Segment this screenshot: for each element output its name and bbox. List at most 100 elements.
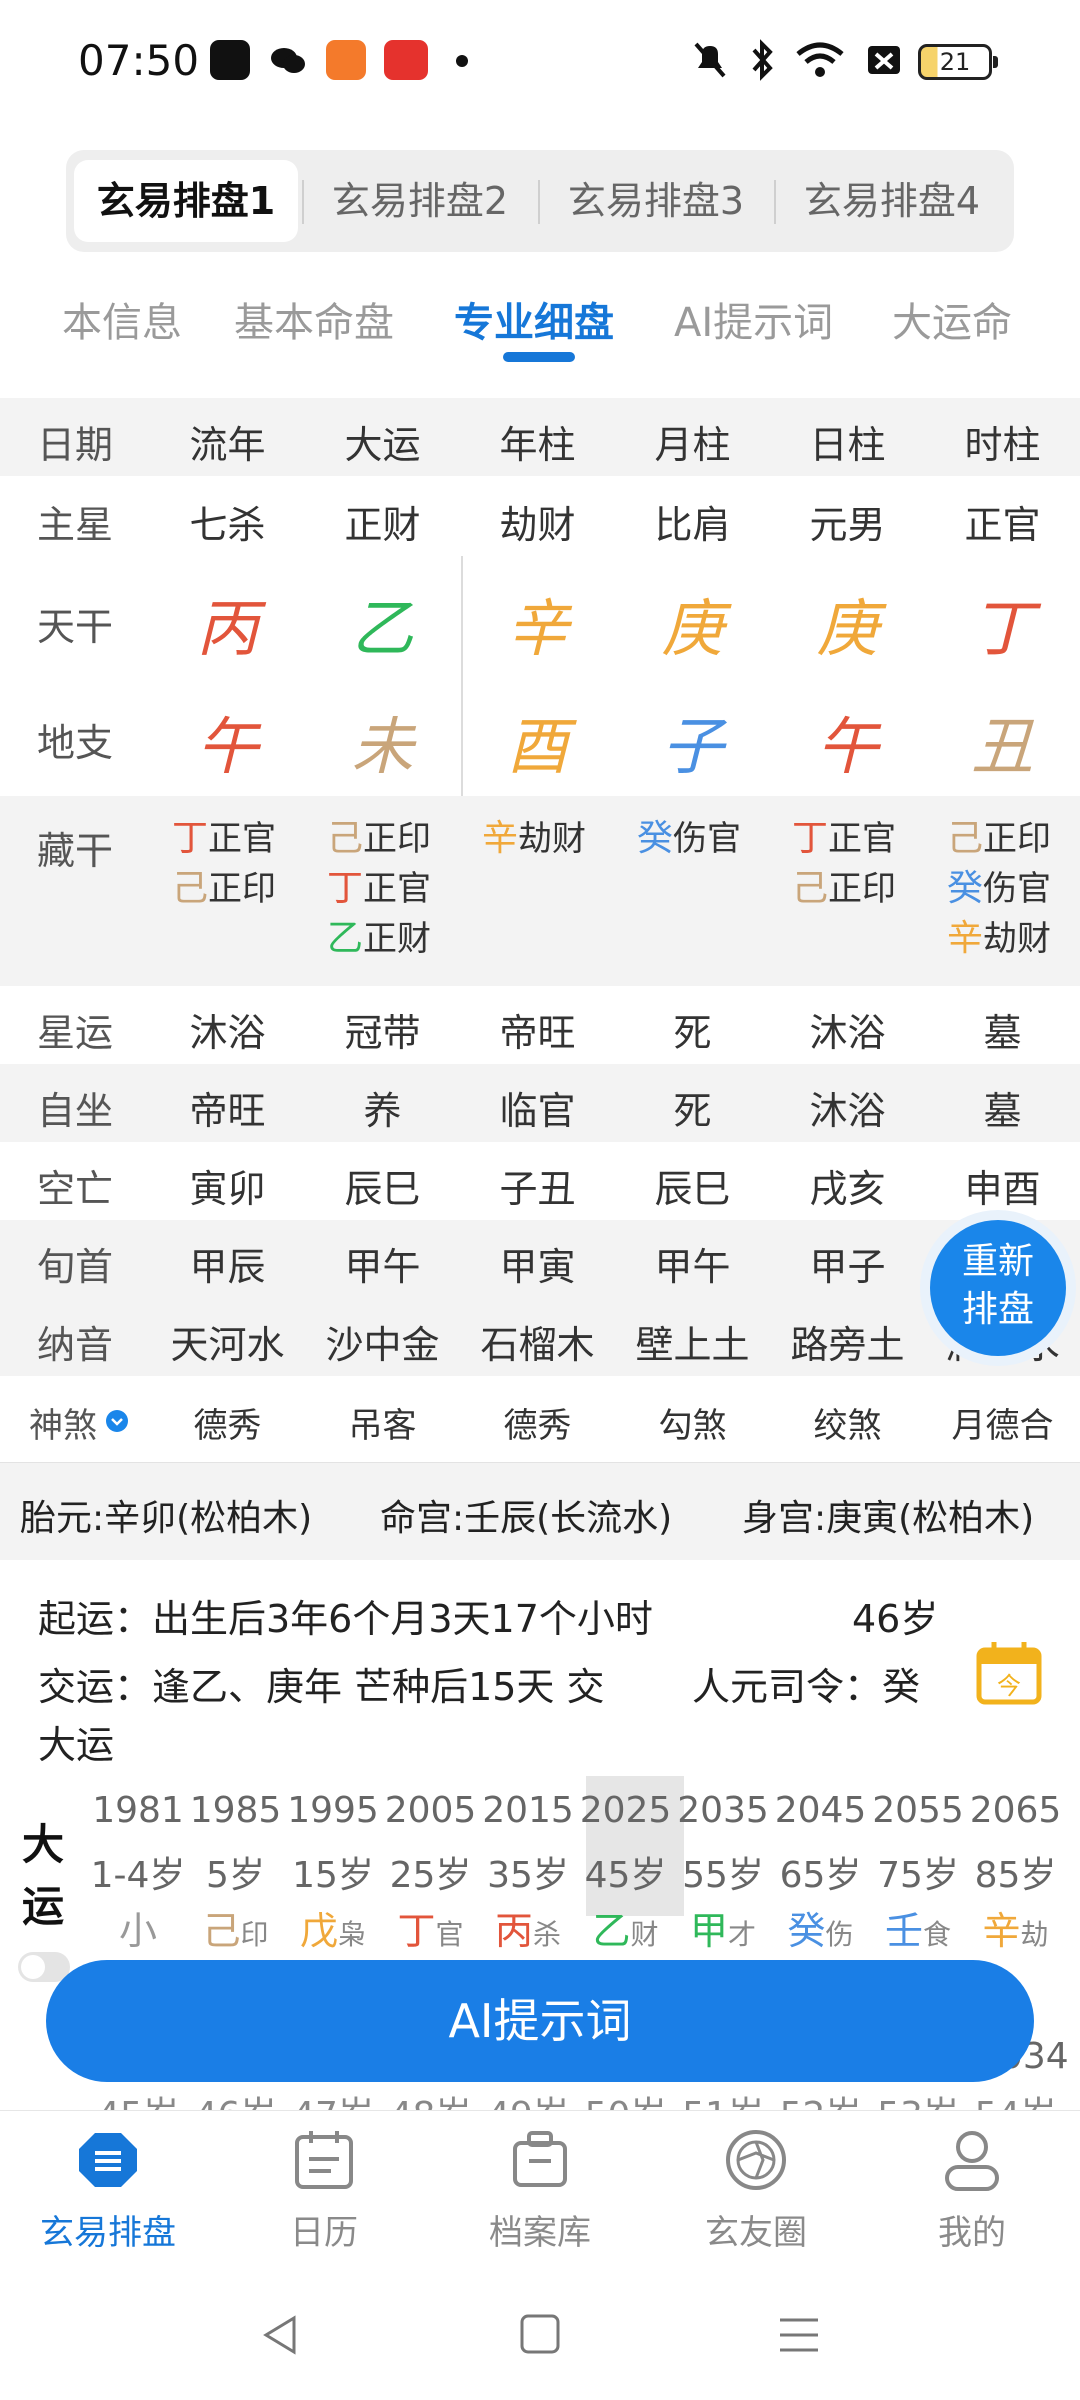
tab-chart-1[interactable]: 玄易排盘1 <box>74 160 298 242</box>
tab-chart-3[interactable]: 玄易排盘3 <box>544 160 768 242</box>
table-cell: 甲午 <box>654 1245 731 1289</box>
dayun-age[interactable]: 55岁 <box>675 1846 771 1898</box>
dayun-year[interactable]: 2065 <box>968 1790 1064 1831</box>
dayun-age[interactable]: 25岁 <box>383 1846 479 1898</box>
dizhi-cell: 午 <box>816 710 879 783</box>
aperture-icon <box>726 2130 786 2190</box>
tab-fortune[interactable]: 大运命 <box>892 290 1012 348</box>
xunshou-row: 旬首 甲辰 甲午 甲寅 甲午 甲子 <box>0 1220 1080 1298</box>
nav-chart[interactable]: 玄易排盘 <box>8 2127 208 2254</box>
dayun-age[interactable]: 1-4岁 <box>90 1846 186 1898</box>
dayun-god: 枭 <box>338 1918 367 1951</box>
tab-ai-prompt[interactable]: AI提示词 <box>674 290 833 348</box>
dayun-ganzhi[interactable]: 丁官 <box>383 1900 479 1955</box>
dayun-year[interactable]: 1985 <box>188 1790 284 1831</box>
canggan-stem: 辛 <box>947 918 984 959</box>
dayun-ganzhi[interactable]: 乙财 <box>578 1900 674 1955</box>
tab-divider <box>774 180 776 224</box>
nav-profile[interactable]: 我的 <box>872 2127 1072 2254</box>
dayun-year[interactable]: 2045 <box>773 1790 869 1831</box>
nav-label: 档案库 <box>489 2213 591 2253</box>
shengong: 身宫:庚寅(松柏木) <box>742 1498 1035 1539</box>
ai-prompt-button[interactable]: AI提示词 <box>46 1960 1034 2082</box>
dayun-age[interactable]: 15岁 <box>285 1846 381 1898</box>
dayun-ganzhi[interactable]: 小 <box>90 1900 186 1955</box>
dayun-year[interactable]: 2055 <box>870 1790 966 1831</box>
menu-icon[interactable] <box>776 2312 822 2358</box>
canggan-god: 伤官 <box>673 819 742 859</box>
tiangan-cell: 庚 <box>816 592 879 665</box>
chevron-down-icon[interactable] <box>106 1410 128 1432</box>
wechat-icon <box>268 40 308 80</box>
table-cell: 墓 <box>983 1011 1022 1055</box>
dayun-ganzhi[interactable]: 癸伤 <box>773 1900 869 1955</box>
tab-chart-2[interactable]: 玄易排盘2 <box>308 160 532 242</box>
dayun-age[interactable]: 75岁 <box>870 1846 966 1898</box>
dayun-ganzhi[interactable]: 己印 <box>188 1900 284 1955</box>
dayun-year[interactable]: 2005 <box>383 1790 479 1831</box>
row-label: 藏干 <box>36 829 113 873</box>
canggan-stem: 丁 <box>327 868 364 909</box>
back-icon[interactable] <box>258 2312 304 2358</box>
table-cell: 帝旺 <box>189 1089 266 1133</box>
nav-calendar[interactable]: 日历 <box>224 2127 424 2254</box>
tiangan-cell: 辛 <box>506 592 569 665</box>
archive-icon <box>513 2131 567 2187</box>
table-cell: 石榴木 <box>480 1323 595 1367</box>
dayun-year[interactable]: 2025 <box>578 1790 674 1831</box>
dizhi-cell: 丑 <box>971 710 1034 783</box>
tab-detailed-chart[interactable]: 专业细盘 <box>454 290 614 348</box>
dayun-age[interactable]: 35岁 <box>480 1846 576 1898</box>
dayun-year[interactable]: 2035 <box>675 1790 771 1831</box>
tab-basic-chart[interactable]: 基本命盘 <box>234 290 394 348</box>
canggan-entry: 辛劫财 <box>947 914 1051 964</box>
calendar-today-icon[interactable]: 今 <box>976 1640 1042 1706</box>
dayun-age[interactable]: 85岁 <box>968 1846 1064 1898</box>
dayun-age[interactable]: 5岁 <box>188 1846 284 1898</box>
battery-indicator: 21 <box>918 44 998 80</box>
dayun-god: 官 <box>435 1918 464 1951</box>
table-cell: 子丑 <box>499 1167 576 1211</box>
dayun-label-2: 运 <box>22 1882 65 1931</box>
jiaoyun-text: 交运：逢乙、庚年 芒种后15天 交 <box>38 1665 605 1709</box>
rechart-label-2: 排盘 <box>961 1289 1034 1330</box>
row-label: 星运 <box>36 1011 113 1055</box>
dayun-age[interactable]: 45岁 <box>578 1846 674 1898</box>
table-cell: 绞煞 <box>813 1406 882 1446</box>
canggan-stem: 丁 <box>792 818 829 859</box>
dayun-ganzhi[interactable]: 甲才 <box>675 1900 771 1955</box>
taiyuan: 胎元:辛卯(松柏木) <box>20 1498 313 1539</box>
dayun-year[interactable]: 1981 <box>90 1790 186 1831</box>
qiyun-age: 46岁 <box>852 1597 939 1641</box>
system-nav-bar <box>0 2270 1080 2400</box>
table-cell: 冠带 <box>344 1011 421 1055</box>
table-cell: 勾煞 <box>658 1406 727 1446</box>
jiaoyun-text-2: 大运 <box>38 1723 115 1767</box>
tab-chart-4[interactable]: 玄易排盘4 <box>780 160 1004 242</box>
canggan-god: 正印 <box>983 819 1052 859</box>
notification-dot <box>456 55 468 67</box>
table-cell: 吊客 <box>348 1406 417 1446</box>
canggan-god: 伤官 <box>983 869 1052 909</box>
rechart-button[interactable]: 重新 排盘 <box>930 1220 1066 1356</box>
canggan-entry: 癸伤官 <box>947 864 1051 914</box>
dayun-toggle[interactable] <box>18 1952 70 1982</box>
dayun-ganzhi[interactable]: 戊枭 <box>285 1900 381 1955</box>
dayun-ganzhi[interactable]: 丙杀 <box>480 1900 576 1955</box>
canggan-row: 藏干 丁正官 己正印 己正印 丁正官 乙正财 辛劫财 癸伤官 丁正官 己正印 己正印 癸伤官 辛劫财 <box>0 796 1080 986</box>
dayun-god: 才 <box>728 1918 757 1951</box>
dayun-year[interactable]: 2015 <box>480 1790 576 1831</box>
tab-basic-info[interactable]: 本信息 <box>62 290 182 348</box>
header-day-pillar: 日柱 <box>809 423 886 467</box>
nav-archive[interactable]: 档案库 <box>440 2127 640 2254</box>
dayun-year[interactable]: 1995 <box>285 1790 381 1831</box>
dayun-ganzhi[interactable]: 壬食 <box>870 1900 966 1955</box>
table-cell: 帝旺 <box>499 1011 576 1055</box>
canggan-stem: 丁 <box>172 818 209 859</box>
dayun-age[interactable]: 65岁 <box>773 1846 869 1898</box>
canggan-stem: 癸 <box>637 818 674 859</box>
canggan-god: 正印 <box>363 819 432 859</box>
home-icon[interactable] <box>518 2312 562 2356</box>
dayun-ganzhi[interactable]: 辛劫 <box>968 1900 1064 1955</box>
nav-community[interactable]: 玄友圈 <box>656 2127 856 2254</box>
